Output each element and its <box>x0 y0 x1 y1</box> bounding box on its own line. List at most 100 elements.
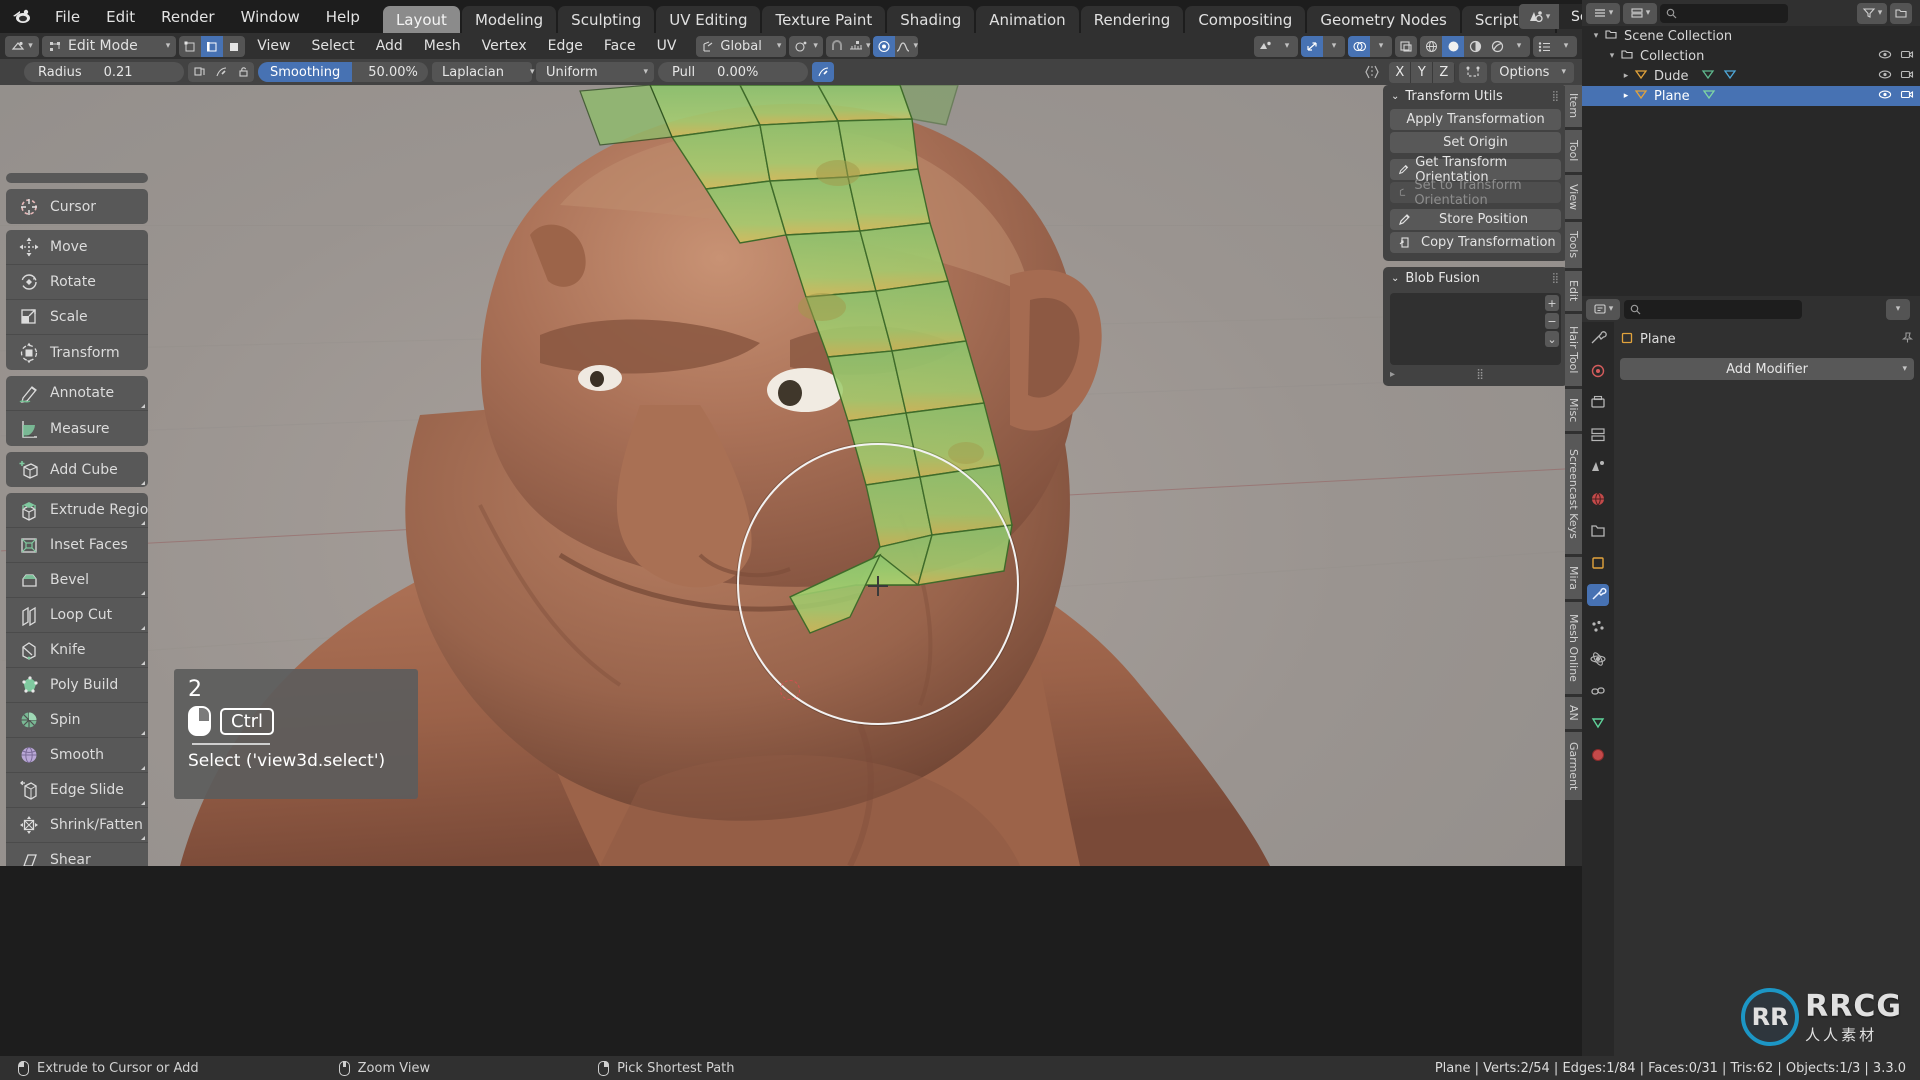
outliner-search-input[interactable] <box>1660 3 1788 23</box>
sidebar-tab-hair-tool[interactable]: Hair Tool <box>1565 314 1582 386</box>
tool-properties-icon[interactable] <box>1587 328 1609 350</box>
panel-header-blob-fusion[interactable]: ⌄ Blob Fusion ⣿ <box>1383 267 1568 289</box>
viewport-menu-edge[interactable]: Edge <box>539 33 592 59</box>
menu-file[interactable]: File <box>42 0 93 33</box>
proportional-editing-icon[interactable] <box>873 35 896 57</box>
disclosure-triangle-icon[interactable]: ▸ <box>1618 91 1634 101</box>
grip-dots-icon[interactable]: ⣿ <box>1399 369 1561 380</box>
properties-search-input[interactable] <box>1624 299 1802 319</box>
overlays-group[interactable]: ▾ <box>1348 35 1392 57</box>
sidebar-tab-mesh-online[interactable]: Mesh Online <box>1565 602 1582 694</box>
tool-cursor[interactable]: Cursor <box>6 189 148 224</box>
modifier-icon[interactable] <box>1701 68 1715 84</box>
tool-poly-build[interactable]: Poly Build <box>6 668 148 703</box>
disable-in-renders-icon[interactable] <box>1900 89 1914 104</box>
triangle-right-icon[interactable]: ▸ <box>1390 369 1395 380</box>
menu-render[interactable]: Render <box>148 0 227 33</box>
overlays-icon[interactable] <box>1348 35 1370 57</box>
tool-inset-faces[interactable]: Inset Faces <box>6 528 148 563</box>
properties-options-icon[interactable]: ▾ <box>1886 298 1910 320</box>
menu-help[interactable]: Help <box>313 0 373 33</box>
tool-measure[interactable]: Measure <box>6 411 148 446</box>
pressure-size-icon[interactable] <box>210 62 232 82</box>
apply-transformation-button[interactable]: Apply Transformation <box>1390 109 1561 130</box>
menu-edit[interactable]: Edit <box>93 0 148 33</box>
disclosure-triangle-icon[interactable]: ▸ <box>1618 71 1634 81</box>
blob-fusion-list-footer[interactable]: ▸ ⣿ <box>1390 369 1561 380</box>
options-button[interactable]: Options ▾ <box>1491 61 1574 83</box>
mirror-axis-z[interactable]: Z <box>1433 61 1456 83</box>
render-properties-icon[interactable] <box>1587 360 1609 382</box>
pivot-point-selector[interactable]: ▾ <box>789 35 823 57</box>
blob-fusion-list[interactable]: + − ⌄ <box>1390 293 1561 365</box>
world-properties-icon[interactable] <box>1587 488 1609 510</box>
viewport-menu-face[interactable]: Face <box>595 33 645 59</box>
transform-orientation-selector[interactable]: Global ▾ <box>696 35 787 57</box>
tool-move[interactable]: Move <box>6 230 148 265</box>
sidebar-tab-view[interactable]: View <box>1565 175 1582 219</box>
visibility-selectability-group[interactable]: ▾ <box>1254 35 1298 57</box>
overlays-dropdown[interactable]: ▾ <box>1370 35 1392 57</box>
snap-magnet-icon[interactable] <box>825 35 848 57</box>
tool-tweak[interactable]: Tweak <box>6 173 148 183</box>
viewport-options-dropdown[interactable]: ▾ <box>1555 35 1577 57</box>
tool-shear[interactable]: Shear <box>6 843 148 866</box>
outliner-row-dude[interactable]: ▸ Dude <box>1582 66 1920 86</box>
snap-increment-icon[interactable]: ▾ <box>847 35 871 57</box>
list-remove-button[interactable]: − <box>1545 313 1559 329</box>
outliner-visibility-toggles[interactable] <box>1878 69 1914 84</box>
viewport-options-list-icon[interactable] <box>1533 35 1555 57</box>
tab-uv-editing[interactable]: UV Editing <box>656 6 761 33</box>
pin-icon[interactable] <box>1901 331 1914 348</box>
tab-animation[interactable]: Animation <box>976 6 1079 33</box>
viewport-menu-add[interactable]: Add <box>367 33 412 59</box>
sidebar-tab-an[interactable]: AN <box>1565 697 1582 729</box>
method-select[interactable]: Laplacian ▾ <box>432 62 535 82</box>
outliner-row-plane[interactable]: ▸ Plane <box>1582 86 1920 106</box>
chevron-down-icon[interactable]: ⌄ <box>1391 91 1399 102</box>
gizmo-group[interactable]: ▾ <box>1301 35 1345 57</box>
tab-rendering[interactable]: Rendering <box>1080 6 1184 33</box>
viewport-menu-mesh[interactable]: Mesh <box>415 33 470 59</box>
disclosure-triangle-icon[interactable]: ▾ <box>1604 51 1620 61</box>
modifier-properties-icon[interactable] <box>1587 584 1609 606</box>
pull-field[interactable]: Pull 0.00% <box>658 62 808 82</box>
shading-rendered-icon[interactable] <box>1486 35 1508 57</box>
outliner-row-scene-collection[interactable]: ▾ Scene Collection <box>1582 26 1920 46</box>
sidebar-tab-tool[interactable]: Tool <box>1565 130 1582 172</box>
viewport-menu-vertex[interactable]: Vertex <box>473 33 536 59</box>
tab-geometry-nodes[interactable]: Geometry Nodes <box>1307 6 1460 33</box>
mode-selector[interactable]: Edit Mode ▾ <box>42 35 177 57</box>
tool-extrude-region[interactable]: Extrude Region <box>6 493 148 528</box>
falloff-select[interactable]: Uniform ▾ <box>536 62 654 82</box>
topology-mirror-icon[interactable] <box>1459 61 1488 83</box>
object-properties-icon[interactable] <box>1587 552 1609 574</box>
sidebar-tab-misc[interactable]: Misc <box>1565 389 1582 431</box>
falloff-smooth-icon[interactable]: ▾ <box>895 35 919 57</box>
new-collection-icon[interactable] <box>1890 2 1912 24</box>
set-origin-button[interactable]: Set Origin <box>1390 132 1561 153</box>
tool-rotate[interactable]: Rotate <box>6 265 148 300</box>
tool-transform[interactable]: Transform <box>6 335 148 370</box>
tool-loop-cut[interactable]: Loop Cut <box>6 598 148 633</box>
xray-toggle-icon[interactable] <box>1395 35 1417 57</box>
viewport-menu-select[interactable]: Select <box>302 33 363 59</box>
viewport-options-group[interactable]: ▾ <box>1533 35 1577 57</box>
tool-edge-slide[interactable]: Edge Slide <box>6 773 148 808</box>
blender-logo-icon[interactable] <box>0 0 42 33</box>
constraint-properties-icon[interactable] <box>1587 680 1609 702</box>
view-layer-properties-icon[interactable] <box>1587 424 1609 446</box>
use-unified-radius-icon[interactable] <box>188 62 210 82</box>
mirror-axis-y[interactable]: Y <box>1411 61 1434 83</box>
outliner-visibility-toggles[interactable] <box>1878 49 1914 64</box>
tab-shading[interactable]: Shading <box>887 6 975 33</box>
sidebar-tab-garment[interactable]: Garment <box>1565 732 1582 800</box>
shading-material-icon[interactable] <box>1464 35 1486 57</box>
disable-in-renders-icon[interactable] <box>1900 69 1914 84</box>
vertex-select-mode[interactable] <box>179 35 202 57</box>
disclosure-triangle-icon[interactable]: ▾ <box>1588 31 1604 41</box>
pressure-strength-icon[interactable] <box>812 62 834 82</box>
menu-window[interactable]: Window <box>228 0 313 33</box>
outliner-visibility-toggles[interactable] <box>1878 89 1914 104</box>
tool-scale[interactable]: Scale <box>6 300 148 335</box>
